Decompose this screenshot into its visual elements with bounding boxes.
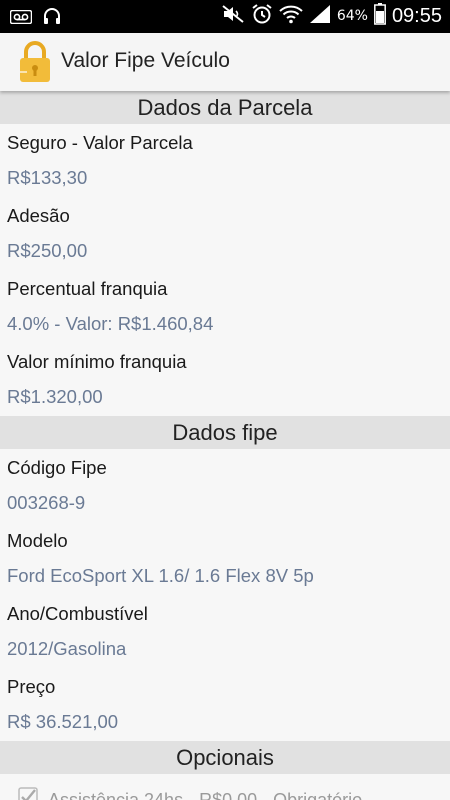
battery-percent: 64% (336, 8, 368, 24)
app-title: Valor Fipe Veículo (61, 49, 230, 72)
field-label: Código Fipe (7, 457, 107, 478)
field-value: 2012/Gasolina (7, 638, 127, 659)
optional-item-assistencia[interactable]: Assistência 24hs - R$0,00 - Obrigatório (0, 774, 450, 800)
section-header-fipe: Dados fipe (0, 416, 450, 449)
field-ano-combustivel: Ano/Combustível 2012/Gasolina (0, 595, 450, 668)
field-seguro: Seguro - Valor Parcela R$133,30 (0, 124, 450, 197)
optional-item-label: Assistência 24hs - R$0,00 - Obrigatório (48, 789, 363, 800)
field-value: 4.0% - Valor: R$1.460,84 (7, 313, 214, 334)
field-label: Modelo (7, 530, 68, 551)
wifi-icon (279, 4, 303, 28)
field-label: Percentual franquia (7, 278, 168, 299)
field-adesao: Adesão R$250,00 (0, 197, 450, 270)
voicemail-icon (9, 9, 33, 28)
headphones-icon (42, 6, 62, 30)
field-codigo-fipe: Código Fipe 003268-9 (0, 449, 450, 522)
field-value: R$133,30 (7, 167, 88, 188)
section-header-opcionais: Opcionais (0, 741, 450, 774)
field-modelo: Modelo Ford EcoSport XL 1.6/ 1.6 Flex 8V… (0, 522, 450, 595)
status-bar: 64% 09:55 (0, 0, 450, 33)
alarm-icon (251, 3, 273, 29)
field-label: Preço (7, 676, 56, 697)
field-valor-minimo-franquia: Valor mínimo franquia R$1.320,00 (0, 343, 450, 416)
field-value: Ford EcoSport XL 1.6/ 1.6 Flex 8V 5p (7, 565, 314, 586)
field-label: Adesão (7, 205, 70, 226)
mute-icon (221, 4, 245, 28)
section-header-parcela: Dados da Parcela (0, 91, 450, 124)
clock: 09:55 (391, 4, 442, 27)
field-value: 003268-9 (7, 492, 86, 513)
field-label: Seguro - Valor Parcela (7, 132, 193, 153)
app-bar: Valor Fipe Veículo (0, 33, 450, 91)
lock-icon[interactable] (18, 41, 52, 83)
field-value: R$1.320,00 (7, 386, 103, 407)
field-label: Ano/Combustível (7, 603, 148, 624)
field-value: R$250,00 (7, 240, 88, 261)
field-percentual-franquia: Percentual franquia 4.0% - Valor: R$1.46… (0, 270, 450, 343)
signal-icon (309, 4, 331, 28)
field-value: R$ 36.521,00 (7, 711, 119, 732)
field-label: Valor mínimo franquia (7, 351, 187, 372)
battery-icon (373, 3, 386, 29)
checkbox-checked-icon[interactable] (18, 787, 38, 800)
field-preco: Preço R$ 36.521,00 (0, 668, 450, 741)
content-scroll[interactable]: Dados da Parcela Seguro - Valor Parcela … (0, 91, 450, 800)
